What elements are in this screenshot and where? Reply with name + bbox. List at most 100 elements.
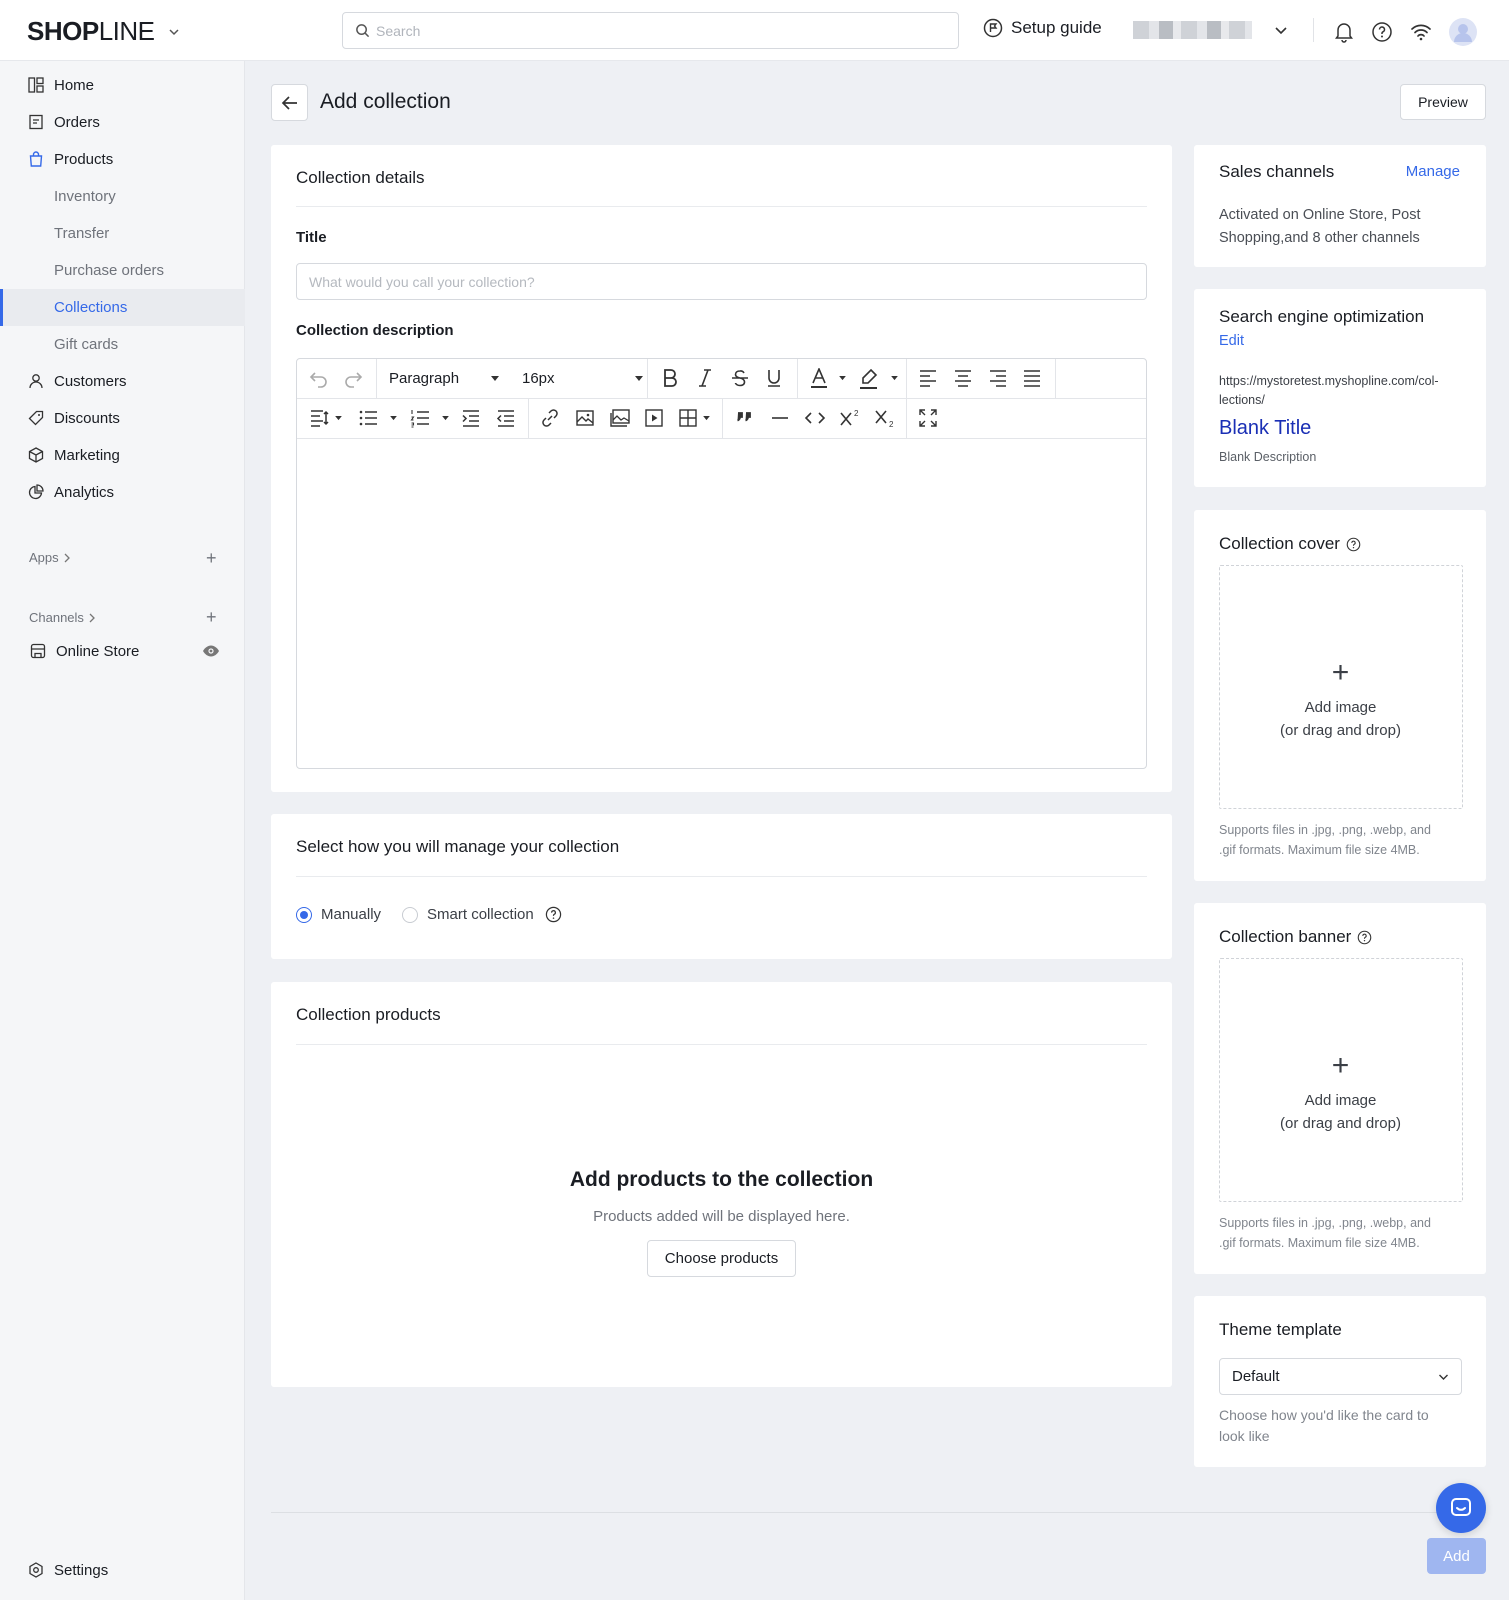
title-input[interactable] — [296, 263, 1147, 300]
underline-icon[interactable] — [765, 368, 783, 388]
add-app-plus-icon[interactable]: + — [206, 549, 217, 567]
add-channel-plus-icon[interactable]: + — [206, 608, 217, 626]
help-icon[interactable] — [545, 906, 562, 923]
indent-icon[interactable] — [461, 408, 481, 428]
sidebar-item-discounts[interactable]: Discounts — [0, 400, 245, 437]
caret-down-icon[interactable] — [891, 376, 898, 381]
sidebar-item-settings[interactable]: Settings — [0, 1552, 245, 1589]
caret-down-icon[interactable] — [390, 416, 397, 421]
sidebar-item-collections[interactable]: Collections — [0, 289, 245, 326]
help-icon[interactable] — [1371, 21, 1393, 43]
search-bar[interactable] — [342, 12, 959, 49]
drag-drop-label: (or drag and drop) — [1280, 722, 1401, 739]
sidebar-item-gift-cards[interactable]: Gift cards — [0, 326, 245, 363]
caret-down-icon — [634, 375, 643, 382]
caret-down-icon[interactable] — [839, 376, 846, 381]
caret-down-icon[interactable] — [335, 416, 342, 421]
text-color-icon[interactable] — [810, 368, 828, 390]
bell-icon[interactable] — [1334, 21, 1354, 43]
choose-products-button[interactable]: Choose products — [647, 1240, 796, 1277]
manage-link[interactable]: Manage — [1406, 163, 1460, 180]
table-icon[interactable] — [678, 408, 698, 428]
video-icon[interactable] — [644, 408, 664, 428]
fullscreen-icon[interactable] — [918, 408, 938, 428]
link-icon[interactable] — [540, 408, 560, 428]
setup-guide-button[interactable]: Setup guide — [983, 18, 1102, 38]
undo-icon[interactable] — [309, 368, 329, 388]
status-line: Shopping,and 8 other channels — [1219, 230, 1420, 246]
search-input[interactable] — [376, 22, 936, 39]
strikethrough-icon[interactable] — [730, 368, 750, 388]
card-title: Collection banner — [1219, 927, 1372, 947]
subscript-icon[interactable]: 2 — [874, 408, 896, 428]
sidebar-item-orders[interactable]: Orders — [0, 104, 245, 141]
sidebar-item-customers[interactable]: Customers — [0, 363, 245, 400]
eye-icon[interactable] — [202, 644, 220, 658]
superscript-icon[interactable]: 2 — [839, 408, 861, 428]
sidebar-item-label: Gift cards — [54, 336, 119, 353]
channels-section-header[interactable]: Channels — [29, 610, 96, 625]
add-button[interactable]: Add — [1427, 1538, 1486, 1574]
theme-template-select[interactable]: Default — [1219, 1358, 1462, 1395]
back-button[interactable] — [271, 84, 308, 121]
sidebar-item-online-store[interactable]: Online Store — [0, 633, 245, 670]
sidebar-item-label: Home — [54, 77, 95, 94]
horizontal-rule-icon[interactable] — [770, 408, 790, 428]
line-height-icon[interactable] — [309, 408, 329, 428]
store-switcher[interactable] — [1133, 21, 1288, 39]
radio-smart-dot[interactable] — [402, 906, 419, 923]
sidebar-item-transfer[interactable]: Transfer — [0, 215, 245, 252]
italic-icon[interactable] — [696, 368, 714, 388]
sidebar-item-purchase-orders[interactable]: Purchase orders — [0, 252, 245, 289]
apps-section-header[interactable]: Apps — [29, 550, 71, 565]
help-icon[interactable] — [1346, 537, 1361, 552]
code-icon[interactable] — [804, 408, 826, 428]
sidebar-item-home[interactable]: Home — [0, 67, 245, 104]
wifi-icon[interactable] — [1410, 22, 1432, 42]
paragraph-select[interactable]: Paragraph — [389, 370, 500, 387]
radio-manually-dot[interactable] — [296, 906, 312, 923]
align-justify-icon[interactable] — [1022, 368, 1042, 388]
highlight-icon[interactable] — [859, 368, 879, 390]
caret-down-icon[interactable] — [442, 416, 449, 421]
radio-manually[interactable]: Manually — [296, 906, 381, 923]
caret-down-icon[interactable] — [703, 416, 710, 421]
bullet-list-icon[interactable] — [358, 408, 378, 428]
sidebar-item-analytics[interactable]: Analytics — [0, 474, 245, 511]
radio-manually-label: Manually — [321, 906, 382, 923]
radio-smart-collection[interactable]: Smart collection — [402, 906, 534, 923]
quote-icon[interactable] — [735, 408, 755, 428]
seo-edit-link[interactable]: Edit — [1219, 333, 1244, 349]
bold-icon[interactable] — [661, 368, 679, 388]
sidebar-item-inventory[interactable]: Inventory — [0, 178, 245, 215]
align-center-icon[interactable] — [953, 368, 973, 388]
sidebar-item-marketing[interactable]: Marketing — [0, 437, 245, 474]
help-icon[interactable] — [1357, 930, 1372, 945]
image-icon[interactable] — [575, 408, 595, 428]
toolbar-divider — [797, 359, 798, 398]
chevron-down-icon[interactable] — [167, 25, 181, 39]
numbered-list-icon[interactable] — [410, 408, 430, 428]
setup-guide-label: Setup guide — [1011, 18, 1102, 37]
toolbar-divider — [906, 399, 907, 438]
status-line: Activated on Online Store, Post — [1219, 207, 1421, 223]
gallery-icon[interactable] — [609, 408, 631, 428]
redo-icon[interactable] — [343, 368, 363, 388]
toolbar-divider — [376, 359, 377, 398]
sidebar-item-products[interactable]: Products — [0, 141, 245, 178]
sidebar-item-label: Marketing — [54, 447, 120, 464]
outdent-icon[interactable] — [496, 408, 516, 428]
preview-button[interactable]: Preview — [1400, 84, 1486, 120]
shopline-logo[interactable]: SHOP LINE — [27, 16, 181, 47]
font-size-select[interactable]: 16px — [522, 370, 643, 387]
align-left-icon[interactable] — [918, 368, 938, 388]
banner-dropzone[interactable]: + Add image (or drag and drop) — [1219, 958, 1463, 1202]
avatar[interactable] — [1449, 18, 1477, 46]
rich-text-editor[interactable]: Paragraph 16px 2 2 — [296, 358, 1147, 769]
align-right-icon[interactable] — [988, 368, 1008, 388]
add-image-label: Add image — [1304, 1092, 1377, 1109]
chat-button[interactable] — [1436, 1483, 1486, 1533]
card-title: Collection cover — [1219, 534, 1361, 554]
seo-preview-title: Blank Title — [1219, 417, 1312, 439]
cover-dropzone[interactable]: + Add image (or drag and drop) — [1219, 565, 1463, 809]
